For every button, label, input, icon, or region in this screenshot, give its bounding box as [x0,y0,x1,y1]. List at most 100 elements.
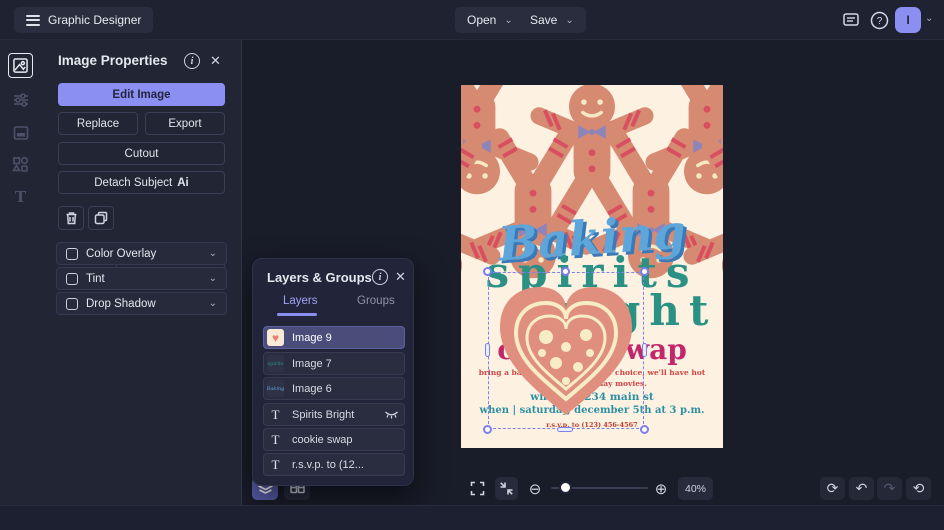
drop-shadow-row[interactable]: Drop Shadow ⌄ [56,292,227,315]
selection-handle-right-center[interactable] [642,343,647,357]
color-overlay-row[interactable]: Color Overlay ⌄ [56,242,227,265]
selection-handle-left-center[interactable] [485,343,490,357]
hamburger-icon [26,12,40,28]
layer-label: Spirits Bright [292,408,355,421]
save-button[interactable]: Save ⌄ [518,7,586,33]
duplicate-button[interactable] [88,206,114,230]
selection-handle-bottom-center[interactable] [557,427,573,432]
redo-icon: ↷ [883,480,896,496]
fullscreen-button[interactable] [466,477,489,500]
redo-button[interactable]: ↷ [877,477,902,500]
cutout-button[interactable]: Cutout [58,142,225,165]
fit-screen-icon [500,482,513,495]
open-button[interactable]: Open ⌄ [455,7,525,33]
tab-groups[interactable]: Groups [357,295,395,307]
selection-handle-top-left[interactable] [483,267,492,276]
layer-label: r.s.v.p. to (12... [292,458,364,471]
close-icon: ✕ [395,269,406,284]
layer-thumbnail-heart: ♥ [267,329,284,346]
tint-checkbox[interactable] [66,272,78,285]
text-layer-icon: T [271,406,280,422]
info-icon: i [372,269,388,285]
fit-to-screen-button[interactable] [495,477,518,500]
chevron-down-icon: ⌄ [565,14,574,26]
tool-shapes[interactable] [8,152,33,177]
frame-icon [13,125,28,140]
tool-image[interactable] [8,53,33,78]
replace-label: Replace [76,117,120,130]
tint-row[interactable]: Tint ⌄ [56,267,227,290]
export-button[interactable]: Export [145,112,225,135]
cutout-label: Cutout [124,147,159,160]
tool-adjustments[interactable] [8,87,33,112]
layers-groups-panel: Layers & Groups i ✕ Layers Groups ♥ Imag… [252,258,414,486]
selection-bounding-box[interactable] [483,267,649,434]
zoom-in-button[interactable]: ⊕ [651,477,671,500]
refresh-button[interactable]: ⟳ [820,477,845,500]
panel-close-button[interactable]: ✕ [210,53,221,69]
layers-panel-title: Layers & Groups [267,270,372,285]
close-icon: ✕ [210,53,221,68]
minus-circle-icon: ⊖ [528,480,542,498]
zoom-out-button[interactable]: ⊖ [525,477,545,500]
undo-button[interactable]: ↶ [849,477,874,500]
shapes-icon [12,156,29,172]
hidden-eye-icon[interactable] [384,410,399,419]
export-label: Export [168,117,202,130]
selection-handle-top-right[interactable] [640,267,649,276]
trash-icon [66,212,76,225]
layer-label: cookie swap [292,433,353,446]
history-icon: ⟲ [912,480,925,496]
open-label: Open [467,13,497,27]
help-icon: ? [870,11,888,29]
color-overlay-label: Color Overlay [86,247,157,260]
zoom-slider-knob[interactable] [559,481,572,494]
detach-subject-label: Detach Subject [94,176,173,189]
layer-label: Image 7 [292,357,332,370]
layer-label: Image 9 [292,331,332,344]
account-chevron-icon[interactable]: ⌄ [925,13,933,24]
layer-row-image-7[interactable]: spirits Image 7 [263,352,405,375]
zoom-level-value[interactable]: 40% [678,477,713,500]
sliders-icon [13,92,28,107]
avatar[interactable]: I [895,7,921,33]
history-button[interactable]: ⟲ [906,477,931,500]
chevron-down-icon: ⌄ [504,14,513,26]
layer-label: Image 6 [292,382,332,395]
layer-row-cookie-swap[interactable]: T cookie swap [263,428,405,451]
text-tool-icon: T [14,186,27,206]
app-title: Graphic Designer [48,13,142,27]
panel-info-button[interactable]: i [184,53,200,69]
undo-icon: ↶ [855,480,868,496]
layers-info-button[interactable]: i [372,269,388,285]
svg-text:?: ? [876,16,882,27]
detach-subject-button[interactable]: Detach Subject Ai [58,171,225,194]
replace-button[interactable]: Replace [58,112,138,135]
zoom-slider[interactable] [551,481,648,494]
refresh-icon: ⟳ [826,480,839,496]
delete-button[interactable] [58,206,84,230]
layer-row-spirits-bright[interactable]: T Spirits Bright [263,403,405,426]
feedback-button[interactable] [838,7,864,33]
app-menu[interactable]: Graphic Designer [14,7,154,33]
edit-image-button[interactable]: Edit Image [58,83,225,106]
tool-text[interactable]: T [8,184,33,209]
color-overlay-checkbox[interactable] [66,247,78,260]
layers-close-button[interactable]: ✕ [395,269,406,285]
help-button[interactable]: ? [866,7,892,33]
tool-frame[interactable] [8,120,33,145]
layer-thumbnail-spirits: spirits [267,355,284,372]
tab-layers[interactable]: Layers [283,295,318,307]
selection-handle-bottom-left[interactable] [483,425,492,434]
drop-shadow-checkbox[interactable] [66,297,78,310]
panel-title: Image Properties [58,53,168,68]
image-icon [13,58,28,73]
selection-handle-top-center[interactable] [561,267,570,276]
left-toolbar: T [0,40,41,505]
drop-shadow-label: Drop Shadow [86,297,156,310]
layer-row-rsvp[interactable]: T r.s.v.p. to (12... [263,453,405,476]
image-properties-panel: Image Properties i ✕ Edit Image Replace … [41,40,242,505]
layer-row-image-9[interactable]: ♥ Image 9 [263,326,405,349]
layer-row-image-6[interactable]: Baking Image 6 [263,377,405,400]
selection-handle-bottom-right[interactable] [640,425,649,434]
